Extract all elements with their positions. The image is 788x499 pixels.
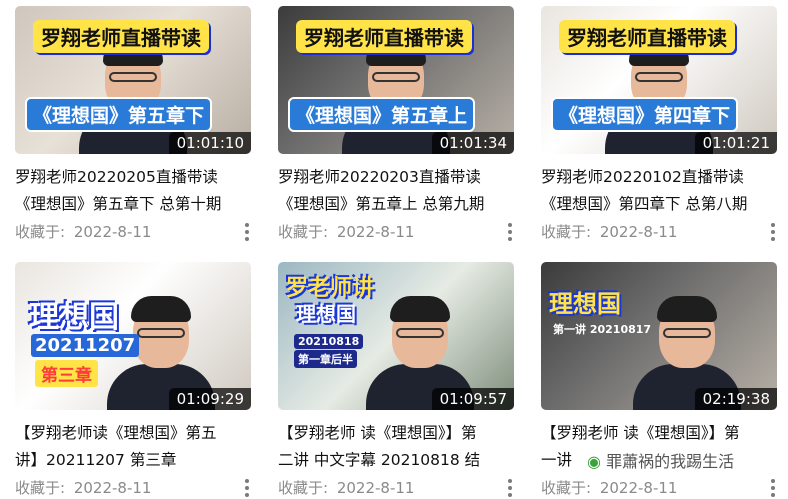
video-meta: 收藏于: 2022-8-11 (278, 477, 514, 499)
thumbnail-title: 理想国 (549, 290, 621, 318)
thumbnail-banner: 罗翔老师直播带读 (296, 20, 472, 53)
saved-label: 收藏于: (541, 223, 592, 241)
video-card[interactable]: 罗老师讲 理想国 20210818 第一章后半 01:09:57 【罗翔老师 读… (278, 262, 514, 499)
thumbnail-subbanner: 《理想国》第五章下 (25, 97, 213, 132)
more-options-icon[interactable] (245, 223, 249, 241)
saved-label: 收藏于: (15, 479, 66, 497)
video-title-line: 《理想国》第四章下 总第八期 (541, 195, 748, 213)
video-meta: 收藏于: 2022-8-11 (541, 221, 777, 243)
thumbnail-subtitle: 理想国 (296, 302, 356, 326)
video-meta: 收藏于: 2022-8-11 (15, 477, 251, 499)
video-duration: 01:01:34 (431, 132, 514, 154)
thumbnail-title: 理想国 (29, 300, 119, 335)
more-options-icon[interactable] (508, 223, 512, 241)
video-title-line: 《理想国》第五章下 总第十期 (15, 195, 222, 213)
video-card[interactable]: 罗翔老师直播带读 《理想国》第五章上 01:01:34 罗翔老师20220203… (278, 6, 514, 243)
video-card[interactable]: 罗翔老师直播带读 《理想国》第五章下 01:01:10 罗翔老师20220205… (15, 6, 251, 243)
video-card[interactable]: 罗翔老师直播带读 《理想国》第四章下 01:01:21 罗翔老师20220102… (541, 6, 777, 243)
video-title-line: 【罗翔老师 读《理想国》】第 (541, 424, 740, 442)
saved-label: 收藏于: (541, 479, 592, 497)
video-title-line: 《理想国》第五章上 总第九期 (278, 195, 485, 213)
video-duration: 01:01:10 (168, 132, 251, 154)
video-duration: 02:19:38 (694, 388, 777, 410)
video-title-line: 罗翔老师20220102直播带读 (541, 168, 744, 186)
video-title[interactable]: 罗翔老师20220205直播带读 《理想国》第五章下 总第十期 (15, 164, 251, 218)
video-title-line: 罗翔老师20220205直播带读 (15, 168, 218, 186)
saved-date: 2022-8-11 (73, 223, 152, 241)
saved-date: 2022-8-11 (336, 223, 415, 241)
video-card[interactable]: 理想国 20211207 第三章 01:09:29 【罗翔老师读《理想国》第五 … (15, 262, 251, 499)
saved-date: 2022-8-11 (73, 479, 152, 497)
saved-date: 2022-8-11 (599, 479, 678, 497)
saved-label: 收藏于: (15, 223, 66, 241)
saved-date: 2022-8-11 (599, 223, 678, 241)
video-duration: 01:09:29 (168, 388, 251, 410)
video-title[interactable]: 【罗翔老师读《理想国》第五 讲】20211207 第三章 (15, 420, 251, 474)
more-options-icon[interactable] (771, 479, 775, 497)
video-title[interactable]: 罗翔老师20220203直播带读 《理想国》第五章上 总第九期 (278, 164, 514, 218)
video-meta: 收藏于: 2022-8-11 (541, 477, 777, 499)
video-meta: 收藏于: 2022-8-11 (278, 221, 514, 243)
video-meta: 收藏于: 2022-8-11 (15, 221, 251, 243)
video-favorites-grid: 罗翔老师直播带读 《理想国》第五章下 01:01:10 罗翔老师20220205… (0, 0, 788, 497)
video-duration: 01:01:21 (694, 132, 777, 154)
saved-label: 收藏于: (278, 479, 329, 497)
video-title-line: 二讲 中文字幕 20210818 结 (278, 451, 481, 469)
video-duration: 01:09:57 (431, 388, 514, 410)
video-title[interactable]: 罗翔老师20220102直播带读 《理想国》第四章下 总第八期 (541, 164, 777, 218)
watermark-text: 罪蕭祸的我踢生活 (606, 452, 735, 471)
video-title[interactable]: 【罗翔老师 读《理想国》】第 二讲 中文字幕 20210818 结 (278, 420, 514, 474)
video-thumbnail[interactable]: 理想国 20211207 第三章 01:09:29 (15, 262, 251, 410)
video-title-line: 罗翔老师20220203直播带读 (278, 168, 481, 186)
saved-label: 收藏于: (278, 223, 329, 241)
video-thumbnail[interactable]: 罗翔老师直播带读 《理想国》第四章下 01:01:21 (541, 6, 777, 154)
saved-date: 2022-8-11 (336, 479, 415, 497)
wechat-watermark: ◉ 罪蕭祸的我踢生活 (585, 448, 737, 472)
wechat-icon: ◉ (587, 452, 601, 471)
video-thumbnail[interactable]: 罗老师讲 理想国 20210818 第一章后半 01:09:57 (278, 262, 514, 410)
video-title-line: 【罗翔老师读《理想国》第五 (15, 424, 217, 442)
thumbnail-date: 20210818 (294, 334, 364, 349)
thumbnail-chapter: 第一章后半 (294, 350, 357, 368)
video-thumbnail[interactable]: 罗翔老师直播带读 《理想国》第五章下 01:01:10 (15, 6, 251, 154)
thumbnail-subbanner: 《理想国》第五章上 (288, 97, 476, 132)
video-title-line: 【罗翔老师 读《理想国》】第 (278, 424, 477, 442)
thumbnail-banner: 罗翔老师直播带读 (33, 20, 209, 53)
more-options-icon[interactable] (245, 479, 249, 497)
video-title-line: 讲】20211207 第三章 (15, 451, 177, 469)
thumbnail-banner: 罗翔老师直播带读 (559, 20, 735, 53)
thumbnail-subbanner: 《理想国》第四章下 (551, 97, 739, 132)
thumbnail-date: 第一讲 20210817 (553, 323, 652, 336)
video-thumbnail[interactable]: 理想国 第一讲 20210817 02:19:38 (541, 262, 777, 410)
video-thumbnail[interactable]: 罗翔老师直播带读 《理想国》第五章上 01:01:34 (278, 6, 514, 154)
thumbnail-date: 20211207 (31, 334, 140, 357)
more-options-icon[interactable] (771, 223, 775, 241)
thumbnail-chapter: 第三章 (35, 360, 98, 387)
more-options-icon[interactable] (508, 479, 512, 497)
